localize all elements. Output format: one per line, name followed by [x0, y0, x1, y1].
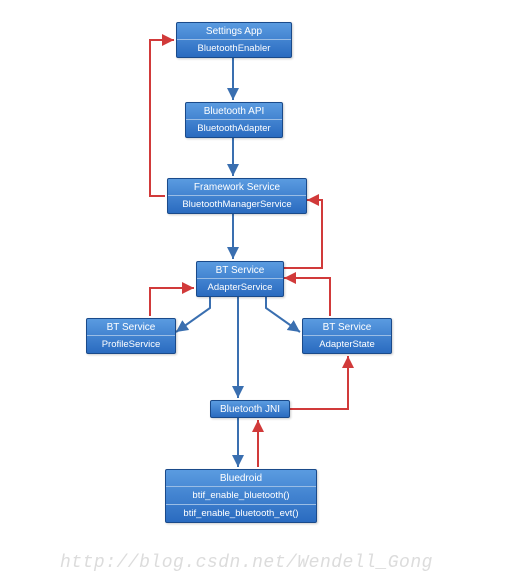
node-title: BT Service [197, 262, 283, 278]
node-profile-service: BT Service ProfileService [86, 318, 176, 354]
node-title: Bluedroid [166, 470, 316, 486]
node-adapter-service: BT Service AdapterService [196, 261, 284, 297]
node-title: Bluetooth API [186, 103, 282, 119]
node-settings-app: Settings App BluetoothEnabler [176, 22, 292, 58]
edge-framework-to-settings [150, 40, 174, 196]
node-row: BluetoothAdapter [186, 119, 282, 137]
node-row: AdapterService [197, 278, 283, 296]
node-title: Settings App [177, 23, 291, 39]
node-row: btif_enable_bluetooth() [166, 486, 316, 504]
node-row: btif_enable_bluetooth_evt() [166, 504, 316, 522]
node-bluetooth-jni: Bluetooth JNI [210, 400, 290, 418]
node-bluetooth-api: Bluetooth API BluetoothAdapter [185, 102, 283, 138]
node-title: BT Service [303, 319, 391, 335]
node-row: BluetoothManagerService [168, 195, 306, 213]
edge-jni-to-adapterstate [290, 356, 348, 409]
node-adapter-state: BT Service AdapterState [302, 318, 392, 354]
node-title: Framework Service [168, 179, 306, 195]
edge-adapterservice-to-profileservice [176, 297, 210, 332]
edge-adapterstate-to-adapterservice [284, 278, 330, 316]
node-row: ProfileService [87, 335, 175, 353]
node-row: AdapterState [303, 335, 391, 353]
edge-adapterservice-to-adapterstate [266, 297, 300, 332]
node-bluedroid: Bluedroid btif_enable_bluetooth() btif_e… [165, 469, 317, 523]
node-framework-service: Framework Service BluetoothManagerServic… [167, 178, 307, 214]
node-row: BluetoothEnabler [177, 39, 291, 57]
node-title: Bluetooth JNI [211, 401, 289, 417]
edge-profileservice-to-adapterservice [150, 288, 194, 316]
node-title: BT Service [87, 319, 175, 335]
